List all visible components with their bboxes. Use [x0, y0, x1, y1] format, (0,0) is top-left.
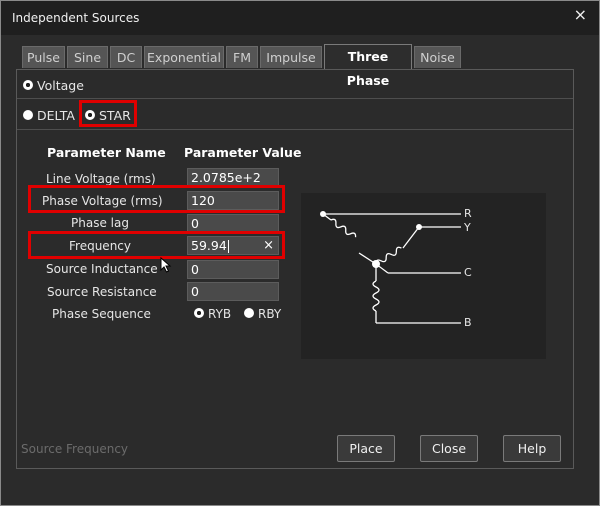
diagram-label-r: R [464, 207, 472, 220]
delta-label: DELTA [37, 108, 75, 123]
status-text: Source Frequency [21, 442, 129, 456]
phase-sequence-label: Phase Sequence [52, 307, 151, 321]
source-inductance-label: Source Inductance [46, 262, 158, 276]
tab-fm[interactable]: FM [226, 46, 258, 68]
tab-pulse[interactable]: Pulse [22, 46, 65, 68]
phase-voltage-highlight [28, 185, 285, 213]
close-icon[interactable]: × [574, 5, 587, 24]
parameter-name-header: Parameter Name [47, 145, 166, 160]
tab-bar: Pulse Sine DC Exponential FM Impulse Thr… [22, 44, 578, 88]
frequency-highlight [28, 231, 285, 259]
tab-three-phase[interactable]: Three Phase [324, 44, 412, 88]
voltage-label: Voltage [37, 78, 84, 93]
parameter-value-header: Parameter Value [184, 145, 302, 160]
star-connection-diagram: R Y C B [301, 193, 546, 359]
tab-impulse[interactable]: Impulse [260, 46, 322, 68]
tab-noise[interactable]: Noise [414, 46, 461, 68]
source-resistance-label: Source Resistance [47, 285, 157, 299]
diagram-label-y: Y [464, 221, 471, 234]
source-resistance-field[interactable]: 0 [187, 282, 279, 301]
star-schematic [320, 211, 461, 324]
tab-sine[interactable]: Sine [67, 46, 108, 68]
window-title: Independent Sources [12, 11, 140, 25]
ryb-radio[interactable] [194, 308, 204, 318]
diagram-label-c: C [464, 266, 472, 279]
divider [17, 98, 573, 99]
tab-dc[interactable]: DC [110, 46, 142, 68]
voltage-radio[interactable] [23, 80, 33, 90]
rby-radio[interactable] [244, 308, 254, 318]
close-button[interactable]: Close [420, 435, 478, 462]
star-highlight [79, 100, 137, 127]
ryb-label: RYB [208, 307, 232, 321]
diagram-label-b: B [464, 316, 472, 329]
divider [17, 129, 573, 130]
place-button[interactable]: Place [337, 435, 395, 462]
independent-sources-dialog: Independent Sources × Pulse Sine DC Expo… [0, 0, 600, 506]
phase-lag-label: Phase lag [71, 216, 129, 230]
rby-label: RBY [258, 307, 282, 321]
help-button[interactable]: Help [503, 435, 561, 462]
delta-radio[interactable] [23, 110, 33, 120]
mouse-pointer-icon [160, 257, 172, 273]
tab-exponential[interactable]: Exponential [144, 46, 224, 68]
source-inductance-field[interactable]: 0 [187, 260, 279, 279]
line-voltage-label: Line Voltage (rms) [46, 172, 156, 186]
title-bar: Independent Sources × [1, 1, 599, 35]
